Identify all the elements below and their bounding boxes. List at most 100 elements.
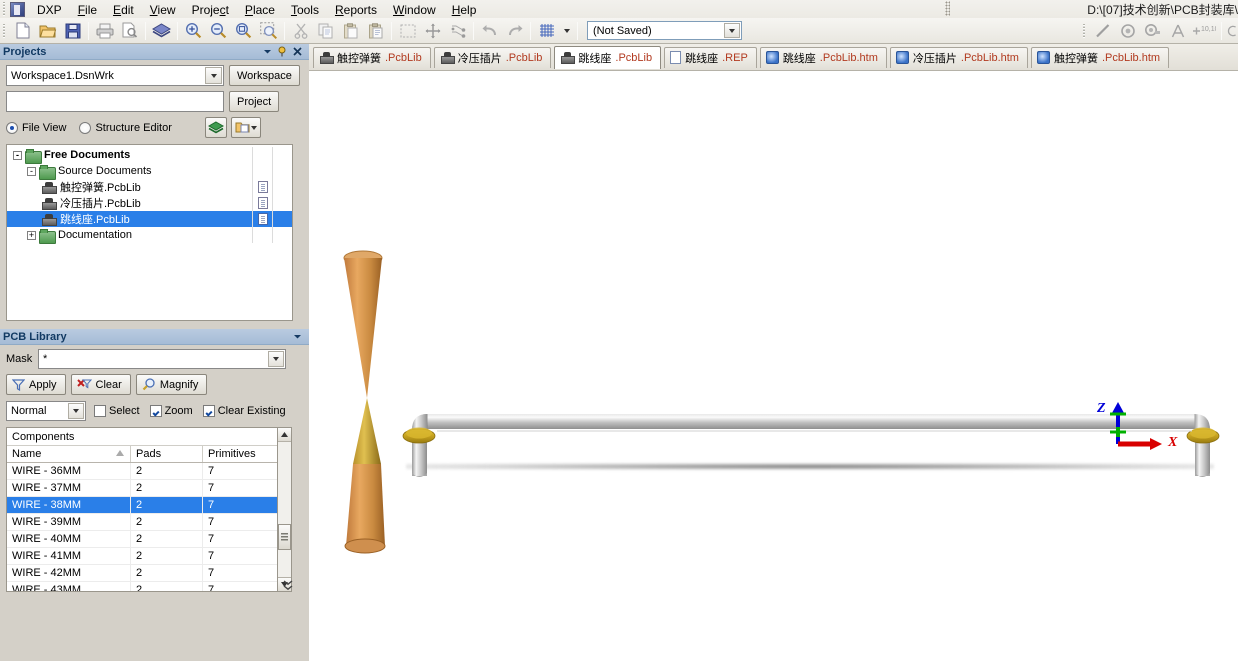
zoom-area-icon[interactable] (257, 20, 280, 42)
table-row[interactable]: WIRE - 42MM 2 7 (7, 565, 277, 582)
project-button[interactable]: Project (229, 91, 280, 112)
clear-existing-checkbox[interactable] (202, 405, 215, 417)
tab-lengyachapian-pcblib[interactable]: 冷压插片 .PcbLib (433, 46, 552, 68)
placement-toolbar-grip[interactable] (1082, 24, 1089, 38)
snapshot-dropdown-arrow-icon[interactable] (724, 23, 740, 38)
clear-button[interactable]: Clear (70, 374, 131, 395)
print-preview-icon[interactable] (118, 20, 141, 42)
workspace-dropdown-arrow-icon[interactable] (205, 67, 222, 84)
expander-icon[interactable]: - (13, 150, 22, 160)
place-coordinate-icon[interactable]: 10,10 (1191, 20, 1217, 42)
menu-help[interactable]: Help (444, 1, 485, 18)
place-via-icon[interactable] (1141, 20, 1164, 42)
zoom-in-icon[interactable] (182, 20, 205, 42)
save-document-icon[interactable] (61, 20, 84, 42)
tab-chukongtanhuang-htm[interactable]: 触控弹簧 .PcbLib.htm (1030, 46, 1170, 68)
table-row[interactable]: WIRE - 43MM 2 7 (7, 582, 277, 591)
workspace-button[interactable]: Workspace (229, 65, 300, 86)
pcb-3d-view[interactable]: Z X (309, 71, 1238, 661)
redo-icon[interactable] (503, 20, 526, 42)
mask-input[interactable]: * (38, 349, 286, 369)
close-panel-icon[interactable] (292, 46, 303, 57)
snapshot-combo[interactable]: (Not Saved) (587, 21, 742, 40)
tab-lengyachapian-htm[interactable]: 冷压插片 .PcbLib.htm (889, 46, 1028, 68)
tree-node-chukong-pcblib[interactable]: 触控弹簧.PcbLib (7, 179, 292, 195)
open-document-icon[interactable] (36, 20, 59, 42)
table-row[interactable]: WIRE - 36MM 2 7 (7, 463, 277, 480)
zoom-out-icon[interactable] (207, 20, 230, 42)
select-area-icon[interactable] (396, 20, 419, 42)
place-line-icon[interactable] (1091, 20, 1114, 42)
table-row[interactable]: WIRE - 37MM 2 7 (7, 480, 277, 497)
path-bar-grip[interactable] (945, 1, 950, 16)
grid-dropdown-arrow-icon[interactable] (560, 20, 573, 42)
panel-dropdown-icon[interactable] (262, 46, 273, 57)
move-selection-icon[interactable] (421, 20, 444, 42)
project-field[interactable] (6, 91, 224, 112)
expander-icon[interactable]: - (27, 166, 36, 176)
scroll-up-icon[interactable] (278, 428, 291, 442)
open-project-icon[interactable] (230, 117, 261, 138)
column-header-name[interactable]: Name (7, 446, 131, 462)
menu-edit[interactable]: Edit (105, 1, 142, 18)
table-row[interactable]: WIRE - 40MM 2 7 (7, 531, 277, 548)
scrollbar-thumb[interactable] (278, 524, 291, 550)
cross-probe-icon[interactable] (446, 20, 469, 42)
expander-icon[interactable]: + (27, 230, 36, 240)
tree-node-documentation[interactable]: + Documentation (7, 227, 292, 244)
file-view-radio[interactable] (6, 121, 18, 134)
components-vertical-scrollbar[interactable] (277, 427, 292, 592)
column-header-pads[interactable]: Pads (131, 446, 203, 462)
place-pad-icon[interactable] (1116, 20, 1139, 42)
select-mode-combo[interactable]: Normal (6, 401, 86, 421)
tab-tiaoxianzuo-pcblib[interactable]: 跳线座 .PcbLib (554, 45, 662, 69)
print-icon[interactable] (93, 20, 116, 42)
tab-chukongtanhuang-pcblib[interactable]: 触控弹簧 .PcbLib (313, 46, 431, 68)
tab-tiaoxianzuo-rep[interactable]: 跳线座 .REP (664, 46, 757, 68)
project-tree[interactable]: - Free Documents - Source Documents 触控弹簧… (6, 144, 293, 321)
zoom-checkbox[interactable] (149, 405, 162, 417)
table-row[interactable]: WIRE - 39MM 2 7 (7, 514, 277, 531)
paste-special-icon[interactable] (364, 20, 387, 42)
menu-place[interactable]: Place (237, 1, 283, 18)
place-string-icon[interactable] (1166, 20, 1189, 42)
menu-tools[interactable]: Tools (283, 1, 327, 18)
grid-icon[interactable] (535, 20, 558, 42)
tree-node-free-documents[interactable]: - Free Documents (7, 147, 292, 164)
cut-icon[interactable] (289, 20, 312, 42)
column-header-primitives[interactable]: Primitives (203, 446, 277, 462)
menu-dxp[interactable]: DXP (29, 1, 70, 18)
panel-resize-handle[interactable] (282, 579, 294, 591)
open-pcb-board-icon[interactable] (150, 20, 173, 42)
table-row[interactable]: WIRE - 41MM 2 7 (7, 548, 277, 565)
mask-dropdown-arrow-icon[interactable] (268, 351, 284, 367)
tree-node-source-documents[interactable]: - Source Documents (7, 163, 292, 180)
pin-panel-icon[interactable] (277, 46, 288, 57)
tree-node-lengya-pcblib[interactable]: 冷压插片.PcbLib (7, 195, 292, 211)
workspace-combo[interactable]: Workspace1.DsnWrk (6, 65, 224, 86)
zoom-fit-document-icon[interactable] (232, 20, 255, 42)
menu-window[interactable]: Window (385, 1, 444, 18)
menu-reports[interactable]: Reports (327, 1, 385, 18)
place-arc-icon[interactable] (1226, 20, 1238, 42)
menu-project[interactable]: Project (184, 1, 237, 18)
panel-dropdown-icon[interactable] (292, 331, 303, 342)
copy-icon[interactable] (314, 20, 337, 42)
components-table[interactable]: Components Name Pads Primitives WIRE - 3… (6, 427, 278, 592)
structure-editor-radio[interactable] (79, 121, 92, 134)
open-project-dropdown-arrow-icon[interactable] (251, 125, 258, 130)
panel-options-icon[interactable] (204, 117, 227, 138)
menu-file[interactable]: File (70, 1, 105, 18)
paste-icon[interactable] (339, 20, 362, 42)
tab-tiaoxianzuo-htm[interactable]: 跳线座 .PcbLib.htm (759, 46, 887, 68)
new-document-icon[interactable] (11, 20, 34, 42)
apply-button[interactable]: Apply (6, 374, 66, 395)
select-mode-dropdown-arrow-icon[interactable] (68, 403, 84, 419)
menu-view[interactable]: View (142, 1, 184, 18)
tree-node-tiaoxianzuo-pcblib[interactable]: 跳线座.PcbLib (7, 211, 292, 227)
select-checkbox[interactable] (94, 405, 106, 417)
table-row[interactable]: WIRE - 38MM 2 7 (7, 497, 277, 514)
undo-icon[interactable] (478, 20, 501, 42)
menu-bar-grip[interactable] (2, 2, 9, 16)
toolbar-grip[interactable] (2, 23, 9, 38)
